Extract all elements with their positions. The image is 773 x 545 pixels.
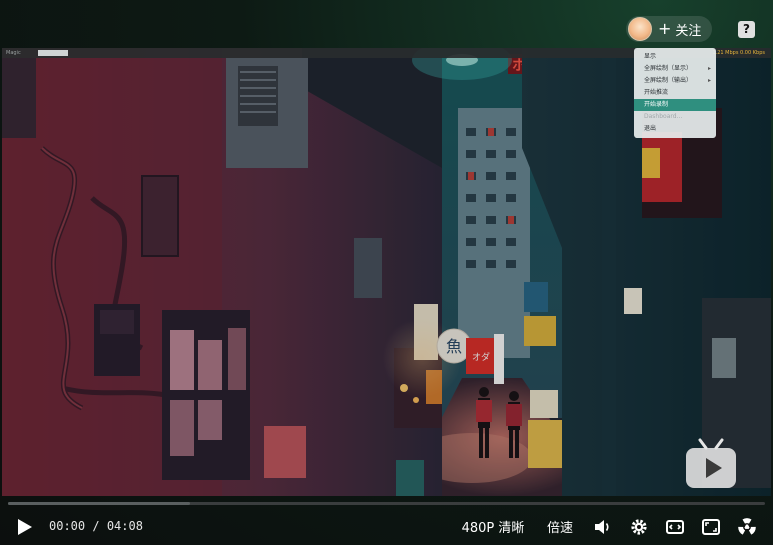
video-player: + 关注 ? 魚 オダ ホ Magic 1.21 Mbps 0.00 Kbps … <box>0 0 773 545</box>
widescreen-icon <box>666 519 684 534</box>
follow-button[interactable]: + 关注 <box>626 16 712 42</box>
context-menu-item-active[interactable]: 开始录制 <box>634 99 716 111</box>
progress-buffered <box>8 502 190 505</box>
chevron-right-icon: ▸ <box>707 65 711 72</box>
context-menu-item[interactable]: 退出 <box>634 123 716 135</box>
volume-icon <box>595 519 609 534</box>
uploader-avatar[interactable] <box>628 17 652 41</box>
embedded-app-title: Magic <box>6 50 21 56</box>
speed-button[interactable]: 倍速 <box>542 508 578 545</box>
embedded-app-field <box>38 50 68 56</box>
player-controls: 00:00 / 04:08 480P 清晰 倍速 <box>0 508 773 545</box>
current-time: 00:00 <box>49 519 86 533</box>
plus-icon: + <box>658 19 672 38</box>
play-button[interactable] <box>12 508 38 545</box>
bilibili-tv-icon[interactable] <box>684 438 738 490</box>
fullscreen-button[interactable] <box>700 508 722 545</box>
quality-label: 480P 清晰 <box>461 521 525 536</box>
settings-button[interactable] <box>628 508 650 545</box>
context-menu-item[interactable]: 显示 <box>634 51 716 63</box>
radiation-button[interactable] <box>736 508 758 545</box>
help-icon[interactable]: ? <box>738 21 755 38</box>
total-time: 04:08 <box>106 519 143 533</box>
gear-icon <box>631 518 647 535</box>
player-top-bar: + 关注 ? <box>0 0 773 48</box>
progress-bar[interactable] <box>8 502 765 505</box>
time-separator: / <box>92 519 100 533</box>
context-menu: 显示 全屏绘制（显示） ▸ 全屏绘制（输出） ▸ 开始推流 开始录制 Dashboa… <box>634 48 716 138</box>
context-menu-item-disabled: Dashboard... <box>644 113 683 120</box>
context-menu-item[interactable]: 开始推流 <box>634 87 716 99</box>
time-display: 00:00 / 04:08 <box>49 508 143 545</box>
radiation-icon <box>738 517 756 535</box>
embedded-app-status: 1.21 Mbps 0.00 Kbps <box>712 50 765 56</box>
play-icon <box>18 518 32 535</box>
quality-button[interactable]: 480P 清晰 <box>458 508 528 545</box>
context-menu-item[interactable]: 全屏绘制（输出） ▸ <box>634 75 716 87</box>
video-screen[interactable]: 魚 オダ ホ Magic 1.21 Mbps 0.00 Kbps 显示 全屏绘制… <box>2 48 771 496</box>
speed-label: 倍速 <box>546 521 573 536</box>
fullscreen-icon <box>702 518 720 535</box>
chevron-right-icon: ▸ <box>707 77 711 84</box>
context-menu-item[interactable]: 全屏绘制（显示） ▸ <box>634 63 716 75</box>
follow-label: 关注 <box>675 23 702 39</box>
widescreen-button[interactable] <box>664 508 686 545</box>
volume-button[interactable] <box>592 508 614 545</box>
